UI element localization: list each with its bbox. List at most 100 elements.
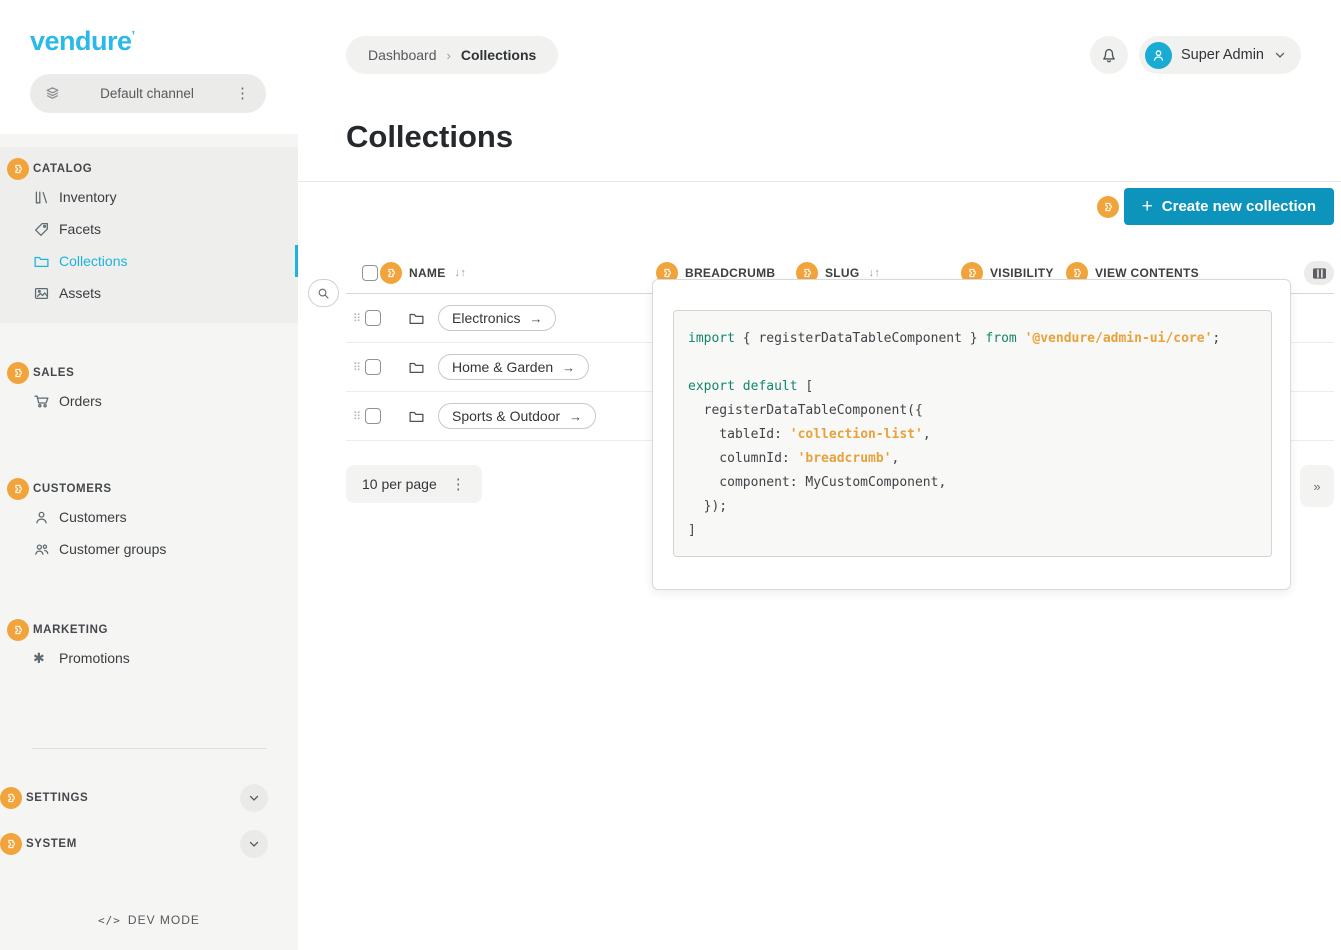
column-label: NAME bbox=[409, 266, 446, 280]
sidebar-item-promotions[interactable]: ✱ Promotions bbox=[0, 642, 298, 674]
bell-icon bbox=[1100, 46, 1118, 64]
column-settings-button[interactable] bbox=[1304, 261, 1334, 285]
topbar-right: Super Admin bbox=[1090, 36, 1301, 74]
dev-mode-badge[interactable] bbox=[0, 787, 22, 809]
collection-name: Home & Garden bbox=[452, 359, 553, 375]
dev-mode-badge[interactable] bbox=[380, 262, 402, 284]
kebab-menu-icon[interactable]: ⋮ bbox=[233, 86, 252, 101]
search-button[interactable] bbox=[308, 279, 339, 307]
drag-handle[interactable]: ⠿ bbox=[353, 361, 365, 374]
create-new-collection-button[interactable]: + Create new collection bbox=[1124, 188, 1334, 225]
chevron-down-icon bbox=[1273, 48, 1287, 62]
breadcrumb-separator: › bbox=[447, 48, 451, 63]
drag-handle[interactable]: ⠿ bbox=[353, 410, 365, 423]
code-line: import { registerDataTableComponent } fr… bbox=[688, 327, 1257, 351]
notifications-button[interactable] bbox=[1090, 36, 1128, 74]
image-icon bbox=[33, 285, 50, 302]
kebab-menu-icon[interactable]: ⋮ bbox=[449, 477, 468, 492]
section-header-customers: CUSTOMERS bbox=[0, 477, 298, 501]
collection-chip-sports-outdoor[interactable]: Sports & Outdoor → bbox=[438, 403, 596, 429]
folder-icon bbox=[33, 253, 50, 270]
section-label: SETTINGS bbox=[26, 792, 240, 804]
dev-mode-popup: import { registerDataTableComponent } fr… bbox=[652, 279, 1291, 590]
sidebar-item-label: Promotions bbox=[59, 650, 130, 666]
row-checkbox[interactable] bbox=[365, 359, 381, 375]
user-menu[interactable]: Super Admin bbox=[1139, 36, 1301, 74]
sidebar-item-facets[interactable]: Facets bbox=[0, 213, 298, 245]
arrow-right-icon: → bbox=[569, 409, 582, 424]
sidebar-item-assets[interactable]: Assets bbox=[0, 277, 298, 309]
breadcrumb: Dashboard › Collections bbox=[346, 36, 558, 74]
channel-label: Default channel bbox=[61, 86, 233, 101]
code-line bbox=[688, 351, 1257, 375]
select-all-checkbox[interactable] bbox=[362, 265, 378, 281]
row-checkbox[interactable] bbox=[365, 408, 381, 424]
sidebar-item-customers[interactable]: Customers bbox=[0, 501, 298, 533]
sidebar-divider bbox=[32, 748, 266, 749]
section-label: CUSTOMERS bbox=[33, 483, 112, 495]
breadcrumb-item-collections[interactable]: Collections bbox=[461, 47, 536, 63]
arrow-right-icon: → bbox=[562, 360, 575, 375]
code-line: }); bbox=[688, 495, 1257, 519]
search-icon bbox=[316, 286, 331, 301]
column-label: VISIBILITY bbox=[990, 266, 1054, 280]
section-header-catalog: CATALOG bbox=[0, 157, 298, 181]
sort-icon[interactable]: ↓↑ bbox=[455, 267, 467, 279]
dev-mode-badge[interactable] bbox=[7, 362, 29, 384]
arrow-right-icon: → bbox=[529, 311, 542, 326]
code-line: ] bbox=[688, 519, 1257, 543]
breadcrumb-item-dashboard[interactable]: Dashboard bbox=[368, 47, 437, 63]
sidebar-nav: CATALOG Inventory Facets Collections Ass… bbox=[0, 134, 298, 950]
vendure-logo: vendureʼ bbox=[30, 26, 266, 57]
code-line: component: MyCustomComponent, bbox=[688, 471, 1257, 495]
section-label: SALES bbox=[33, 367, 74, 379]
section-header-marketing: MARKETING bbox=[0, 618, 298, 642]
chevron-down-icon bbox=[247, 791, 261, 805]
expand-section-button[interactable] bbox=[240, 830, 268, 858]
users-icon bbox=[33, 541, 50, 558]
code-line: registerDataTableComponent({ bbox=[688, 399, 1257, 423]
channel-switcher[interactable]: Default channel ⋮ bbox=[30, 74, 266, 113]
row-checkbox[interactable] bbox=[365, 310, 381, 326]
dev-mode-badge[interactable] bbox=[7, 478, 29, 500]
sidebar-item-orders[interactable]: Orders bbox=[0, 385, 298, 417]
sidebar-item-label: Assets bbox=[59, 285, 101, 301]
nav-section-marketing: MARKETING ✱ Promotions bbox=[0, 618, 298, 674]
section-label: SYSTEM bbox=[26, 838, 240, 850]
sidebar-section-system[interactable]: SYSTEM bbox=[0, 830, 268, 858]
cart-icon bbox=[33, 393, 50, 410]
sidebar-item-collections[interactable]: Collections bbox=[0, 245, 298, 277]
user-name: Super Admin bbox=[1181, 47, 1264, 63]
column-header-name[interactable]: NAME ↓↑ bbox=[380, 262, 656, 284]
drag-handle[interactable]: ⠿ bbox=[353, 312, 365, 325]
nav-section-sales: SALES Orders bbox=[0, 361, 298, 417]
asterisk-icon: ✱ bbox=[33, 650, 50, 667]
sidebar-item-inventory[interactable]: Inventory bbox=[0, 181, 298, 213]
dev-mode-badge[interactable] bbox=[7, 158, 29, 180]
sidebar-section-settings[interactable]: SETTINGS bbox=[0, 784, 268, 812]
section-label: MARKETING bbox=[33, 624, 108, 636]
actions-row: + Create new collection bbox=[298, 182, 1341, 225]
folder-icon bbox=[408, 359, 425, 376]
logo-mark: ʼ bbox=[132, 28, 135, 43]
sidebar-item-customer-groups[interactable]: Customer groups bbox=[0, 533, 298, 565]
per-page-label: 10 per page bbox=[362, 476, 437, 492]
chevron-down-icon bbox=[247, 837, 261, 851]
collection-chip-home-garden[interactable]: Home & Garden → bbox=[438, 354, 589, 380]
dev-mode-badge[interactable] bbox=[7, 619, 29, 641]
page-title: Collections bbox=[346, 119, 1341, 155]
folder-icon bbox=[408, 408, 425, 425]
library-icon bbox=[33, 189, 50, 206]
collection-chip-electronics[interactable]: Electronics → bbox=[438, 305, 556, 331]
sidebar-item-label: Customer groups bbox=[59, 541, 166, 557]
dev-mode-footer[interactable]: </>DEV MODE bbox=[0, 913, 298, 927]
expand-section-button[interactable] bbox=[240, 784, 268, 812]
dev-mode-badge[interactable] bbox=[0, 833, 22, 855]
sidebar-item-label: Customers bbox=[59, 509, 127, 525]
next-page-button[interactable]: » bbox=[1300, 465, 1334, 507]
user-icon bbox=[33, 509, 50, 526]
items-per-page-button[interactable]: 10 per page ⋮ bbox=[346, 465, 482, 503]
dev-mode-badge[interactable] bbox=[1097, 196, 1119, 218]
sort-icon[interactable]: ↓↑ bbox=[869, 267, 881, 279]
tag-icon bbox=[33, 221, 50, 238]
